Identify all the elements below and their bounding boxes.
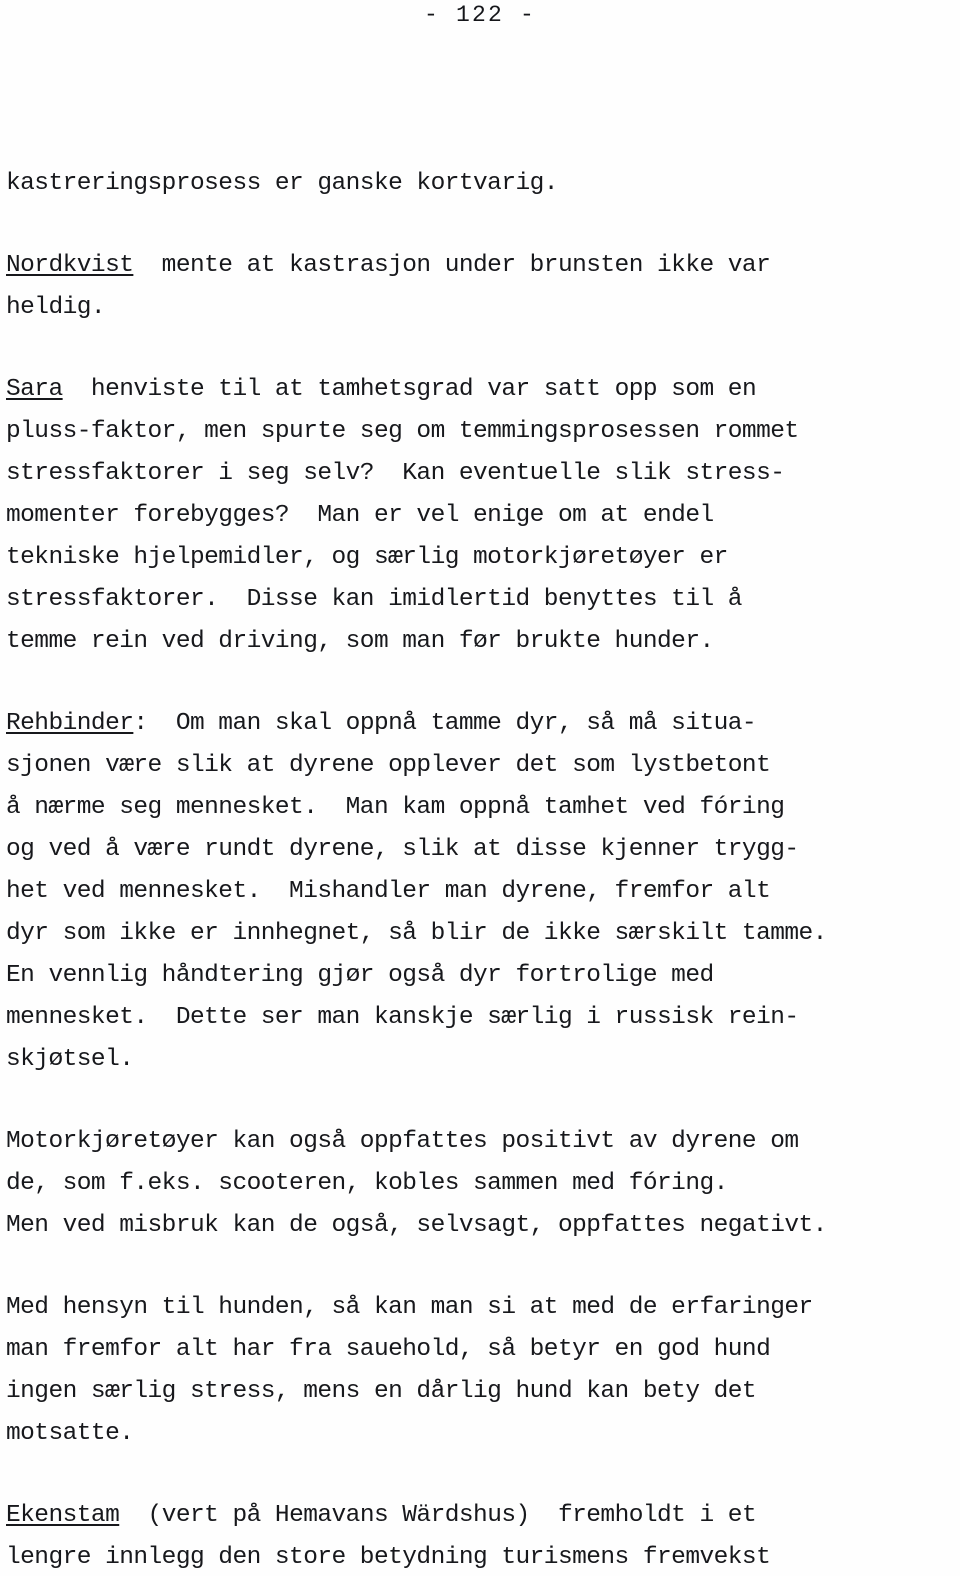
line-remainder: henviste til at tamhetsgrad var satt opp…	[62, 376, 757, 403]
text-line: temme rein ved driving, som man før bruk…	[6, 628, 714, 655]
paragraph: Med hensyn til hunden, så kan man si at …	[6, 1287, 960, 1455]
paragraph: Ekenstam (vert på Hemavans Wärdshus) fre…	[6, 1495, 960, 1576]
paragraph: Motorkjøretøyer kan også oppfattes posit…	[6, 1121, 960, 1247]
text-line: het ved mennesket. Mishandler man dyrene…	[6, 878, 771, 905]
text-line: motsatte.	[6, 1420, 134, 1447]
text-line: En vennlig håndtering gjør også dyr fort…	[6, 962, 714, 989]
text-line: pluss-faktor, men spurte seg om temmings…	[6, 418, 799, 445]
text-line: tekniske hjelpemidler, og særlig motorkj…	[6, 544, 728, 571]
paragraph: Nordkvist mente at kastrasjon under brun…	[6, 245, 960, 329]
document-body: kastreringsprosess er ganske kortvarig. …	[6, 163, 960, 1576]
text-line: å nærme seg mennesket. Man kam oppnå tam…	[6, 794, 785, 821]
paragraph: kastreringsprosess er ganske kortvarig.	[6, 163, 960, 205]
text-line: kastreringsprosess er ganske kortvarig.	[6, 170, 559, 197]
text-line: Ekenstam (vert på Hemavans Wärdshus) fre…	[6, 1495, 960, 1537]
text-line: heldig.	[6, 294, 106, 321]
line-remainder: (vert på Hemavans Wärdshus) fremholdt i …	[119, 1502, 757, 1529]
text-line: man fremfor alt har fra sauehold, så bet…	[6, 1336, 771, 1363]
text-line: ingen særlig stress, mens en dårlig hund…	[6, 1378, 757, 1405]
text-line: Med hensyn til hunden, så kan man si at …	[6, 1294, 813, 1321]
text-line: mennesket. Dette ser man kanskje særlig …	[6, 1004, 799, 1031]
text-line: Nordkvist mente at kastrasjon under brun…	[6, 245, 960, 287]
text-line: dyr som ikke er innhegnet, så blir de ik…	[6, 920, 827, 947]
line-remainder: mente at kastrasjon under brunsten ikke …	[133, 252, 771, 279]
scanned-document-page: - 122 - kastreringsprosess er ganske kor…	[0, 0, 960, 1576]
speaker-name: Nordkvist	[6, 252, 134, 279]
speaker-name: Sara	[6, 376, 63, 403]
speaker-name: Rehbinder	[6, 710, 134, 737]
text-line: Motorkjøretøyer kan også oppfattes posit…	[6, 1128, 799, 1155]
text-line: sjonen være slik at dyrene opplever det …	[6, 752, 771, 779]
text-line: de, som f.eks. scooteren, kobles sammen …	[6, 1170, 728, 1197]
text-line: stressfaktorer i seg selv? Kan eventuell…	[6, 460, 785, 487]
speaker-name: Ekenstam	[6, 1502, 120, 1529]
text-line: og ved å være rundt dyrene, slik at diss…	[6, 836, 799, 863]
text-line: skjøtsel.	[6, 1046, 134, 1073]
line-remainder: : Om man skal oppnå tamme dyr, så må sit…	[133, 710, 757, 737]
text-line: momenter forebygges? Man er vel enige om…	[6, 502, 714, 529]
paragraph: Rehbinder: Om man skal oppnå tamme dyr, …	[6, 703, 960, 1081]
text-line: stressfaktorer. Disse kan imidlertid ben…	[6, 586, 742, 613]
text-line: Sara henviste til at tamhetsgrad var sat…	[6, 369, 960, 411]
text-line: Men ved misbruk kan de også, selvsagt, o…	[6, 1212, 827, 1239]
page-number: - 122 -	[423, 2, 537, 28]
text-line: Rehbinder: Om man skal oppnå tamme dyr, …	[6, 703, 960, 745]
paragraph: Sara henviste til at tamhetsgrad var sat…	[6, 369, 960, 663]
text-line: lengre innlegg den store betydning turis…	[6, 1544, 771, 1571]
